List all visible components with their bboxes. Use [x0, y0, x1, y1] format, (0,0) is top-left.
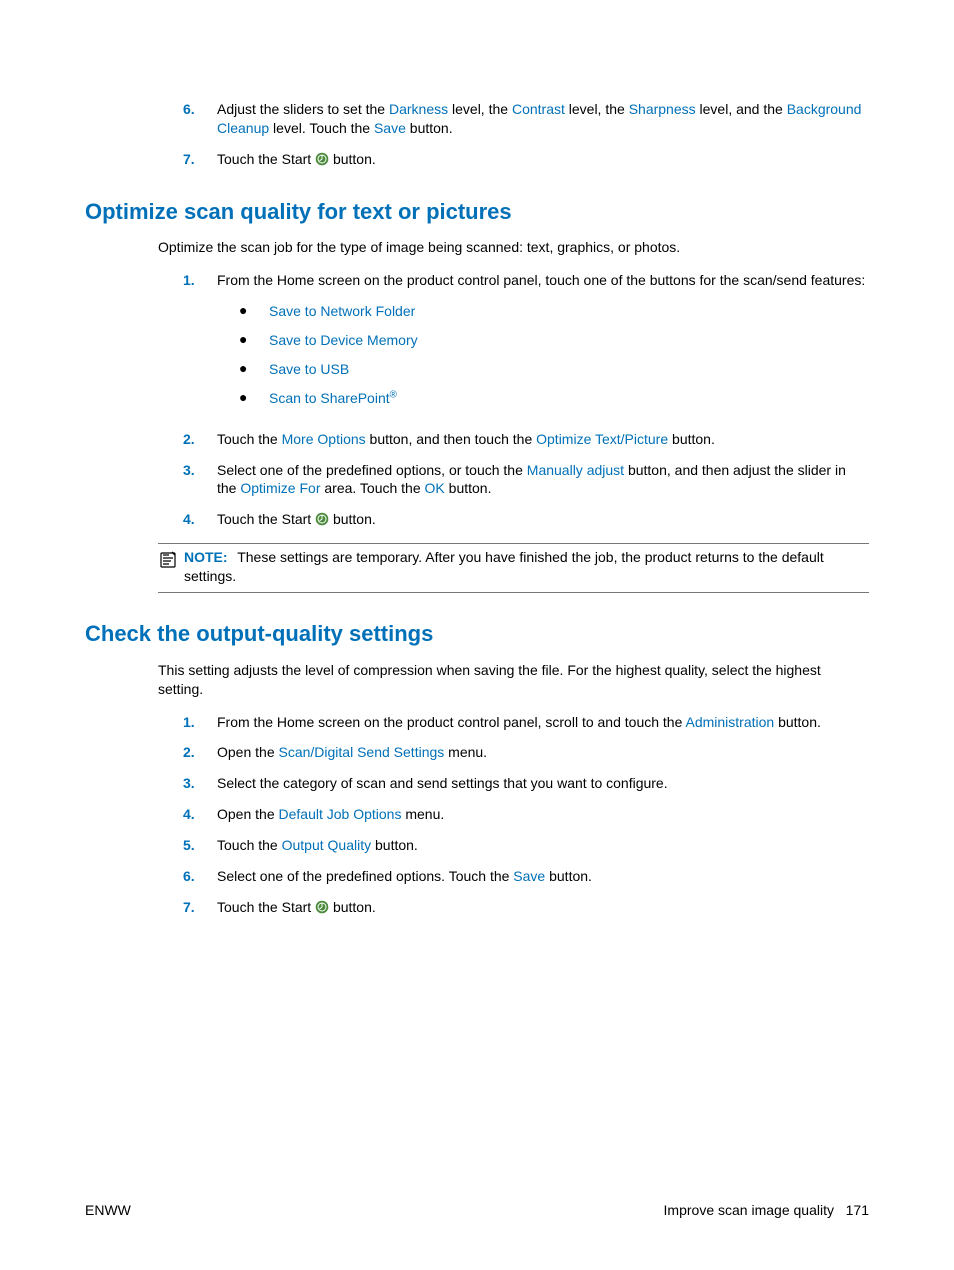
note-icon	[158, 548, 184, 570]
heading-check-output-quality: Check the output-quality settings	[85, 619, 869, 649]
ui-term: Optimize For	[240, 480, 320, 496]
procedure-step: 2.Open the Scan/Digital Send Settings me…	[183, 743, 869, 762]
note-box: NOTE: These settings are temporary. Afte…	[158, 543, 869, 593]
page-footer: ENWW Improve scan image quality 171	[85, 1201, 869, 1220]
procedure-step: 1.From the Home screen on the product co…	[183, 713, 869, 732]
step-number: 7.	[183, 150, 217, 171]
start-icon	[315, 900, 329, 919]
procedure-step: 7.Touch the Start button.	[183, 150, 869, 171]
procedure-step: 1.From the Home screen on the product co…	[183, 271, 869, 417]
output-intro: This setting adjusts the level of compre…	[158, 661, 869, 699]
ui-term: Darkness	[389, 101, 448, 117]
heading-optimize-scan-quality: Optimize scan quality for text or pictur…	[85, 197, 869, 227]
footer-left: ENWW	[85, 1201, 131, 1220]
procedure-step: 3.Select the category of scan and send s…	[183, 774, 869, 793]
procedure-step: 3.Select one of the predefined options, …	[183, 461, 869, 499]
list-item: ●Scan to SharePoint®	[239, 389, 869, 408]
procedure-step: 7.Touch the Start button.	[183, 898, 869, 919]
step-number: 3.	[183, 774, 217, 793]
bullet-label: Save to Device Memory	[269, 331, 418, 350]
step-number: 7.	[183, 898, 217, 919]
ui-term: Administration	[685, 714, 774, 730]
step-body: Open the Scan/Digital Send Settings menu…	[217, 743, 869, 762]
bullet-list: ●Save to Network Folder●Save to Device M…	[217, 302, 869, 408]
step-number: 1.	[183, 713, 217, 732]
step-body: Select the category of scan and send set…	[217, 774, 869, 793]
list-item: ●Save to Device Memory	[239, 331, 869, 350]
step-body: Touch the Output Quality button.	[217, 836, 869, 855]
step-body: From the Home screen on the product cont…	[217, 271, 869, 417]
step-body: Open the Default Job Options menu.	[217, 805, 869, 824]
footer-right: Improve scan image quality 171	[664, 1201, 869, 1220]
step-number: 6.	[183, 867, 217, 886]
step-body: Select one of the predefined options. To…	[217, 867, 869, 886]
bullet-icon: ●	[239, 389, 269, 406]
continuation-steps: 6.Adjust the sliders to set the Darkness…	[85, 100, 869, 171]
ui-term: Save	[374, 120, 406, 136]
ui-term: Optimize Text/Picture	[536, 431, 668, 447]
ui-term: More Options	[282, 431, 366, 447]
start-icon	[315, 512, 329, 531]
step-body: Touch the Start button.	[217, 510, 869, 531]
bullet-label: Save to USB	[269, 360, 349, 379]
procedure-step: 4.Touch the Start button.	[183, 510, 869, 531]
step-body: Adjust the sliders to set the Darkness l…	[217, 100, 869, 138]
ui-term: Output Quality	[282, 837, 372, 853]
step-number: 6.	[183, 100, 217, 138]
note-text: These settings are temporary. After you …	[184, 549, 824, 584]
step-number: 2.	[183, 430, 217, 449]
procedure-step: 4.Open the Default Job Options menu.	[183, 805, 869, 824]
step-body: From the Home screen on the product cont…	[217, 713, 869, 732]
procedure-step: 6.Select one of the predefined options. …	[183, 867, 869, 886]
procedure-step: 6.Adjust the sliders to set the Darkness…	[183, 100, 869, 138]
step-number: 5.	[183, 836, 217, 855]
step-body: Touch the More Options button, and then …	[217, 430, 869, 449]
step-body: Touch the Start button.	[217, 150, 869, 171]
step-body: Select one of the predefined options, or…	[217, 461, 869, 499]
step-number: 1.	[183, 271, 217, 417]
optimize-intro: Optimize the scan job for the type of im…	[158, 238, 869, 257]
bullet-icon: ●	[239, 360, 269, 377]
list-item: ●Save to USB	[239, 360, 869, 379]
step-number: 4.	[183, 510, 217, 531]
ui-term: OK	[425, 480, 445, 496]
bullet-icon: ●	[239, 302, 269, 319]
start-icon	[315, 152, 329, 171]
ui-term: Manually adjust	[527, 462, 624, 478]
ui-term: Default Job Options	[279, 806, 402, 822]
bullet-label: Scan to SharePoint®	[269, 389, 397, 408]
procedure-step: 5.Touch the Output Quality button.	[183, 836, 869, 855]
step-number: 3.	[183, 461, 217, 499]
bullet-icon: ●	[239, 331, 269, 348]
bullet-label: Save to Network Folder	[269, 302, 415, 321]
ui-term: Contrast	[512, 101, 565, 117]
note-label: NOTE:	[184, 549, 228, 565]
list-item: ●Save to Network Folder	[239, 302, 869, 321]
ui-term: Sharpness	[629, 101, 696, 117]
ui-term: Scan/Digital Send Settings	[279, 744, 445, 760]
procedure-step: 2.Touch the More Options button, and the…	[183, 430, 869, 449]
step-number: 4.	[183, 805, 217, 824]
ui-term: Save	[513, 868, 545, 884]
step-body: Touch the Start button.	[217, 898, 869, 919]
step-number: 2.	[183, 743, 217, 762]
